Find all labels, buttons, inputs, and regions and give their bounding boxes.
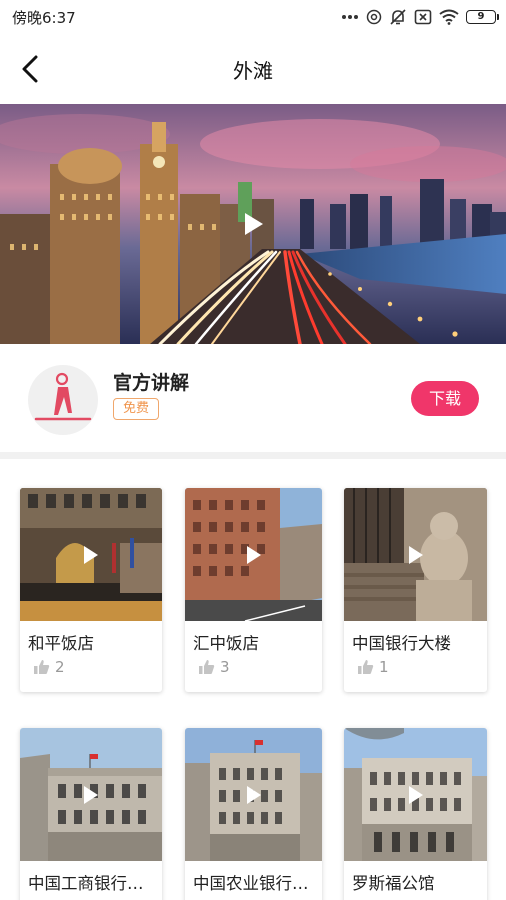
guide-avatar (28, 365, 98, 435)
spot-image (344, 728, 487, 861)
play-icon (246, 785, 261, 804)
battery-level: 9 (477, 11, 485, 22)
spot-name: 中国工商银行（上海市分行） (28, 874, 156, 893)
spot-image (185, 728, 322, 861)
spot-image (20, 728, 162, 861)
status-icons: 9 (341, 8, 499, 26)
section-divider (0, 452, 506, 459)
spot-image (344, 488, 487, 621)
sim-off-icon (414, 9, 432, 25)
like-count[interactable]: 2 (33, 658, 65, 676)
spot-card[interactable]: 中国银行大楼 1 (344, 488, 487, 692)
play-icon (408, 785, 423, 804)
walking-figure-icon (34, 372, 92, 421)
like-count[interactable]: 1 (357, 658, 389, 676)
spot-name: 汇中饭店 (193, 634, 259, 653)
more-dots-icon (342, 15, 358, 19)
nav-bar: 外滩 (0, 34, 506, 104)
spot-card[interactable]: 和平饭店 2 (20, 488, 162, 692)
battery-icon: 9 (466, 10, 499, 24)
spot-name: 中国银行大楼 (352, 634, 451, 653)
thumbs-up-icon (199, 660, 215, 674)
page-title: 外滩 (233, 58, 273, 83)
spot-image (185, 488, 322, 621)
spot-name: 中国农业银行（上海市分行） (193, 874, 316, 893)
location-icon (366, 9, 382, 25)
spot-card[interactable]: 汇中饭店 3 (185, 488, 322, 692)
like-number: 3 (220, 658, 230, 676)
spot-card[interactable]: 罗斯福公馆 (344, 728, 487, 900)
play-icon (246, 545, 261, 564)
official-guide-section: 官方讲解 免费 下载 (0, 344, 506, 452)
guide-title: 官方讲解 (113, 372, 190, 394)
wifi-icon (439, 9, 459, 25)
play-icon (84, 545, 98, 564)
spot-card[interactable]: 中国农业银行（上海市分行） (185, 728, 322, 900)
spot-card[interactable]: 中国工商银行（上海市分行） (20, 728, 162, 900)
spot-image (20, 488, 162, 621)
thumbs-up-icon (358, 660, 374, 674)
status-time: 傍晚6:37 (12, 8, 76, 27)
spot-name: 罗斯福公馆 (352, 874, 435, 893)
status-bar: 傍晚6:37 9 (0, 0, 506, 34)
back-button[interactable] (14, 52, 46, 86)
hero-video[interactable] (0, 104, 506, 344)
play-icon (84, 785, 98, 804)
free-badge: 免费 (113, 398, 160, 420)
mute-icon (390, 9, 406, 25)
play-icon (408, 545, 423, 564)
thumbs-up-icon (34, 660, 50, 674)
download-button[interactable]: 下载 (411, 381, 479, 416)
like-number: 1 (379, 658, 389, 676)
back-arrow-icon (22, 55, 38, 83)
like-count[interactable]: 3 (198, 658, 230, 676)
spot-name: 和平饭店 (28, 634, 94, 653)
play-icon (245, 213, 263, 235)
like-number: 2 (55, 658, 65, 676)
